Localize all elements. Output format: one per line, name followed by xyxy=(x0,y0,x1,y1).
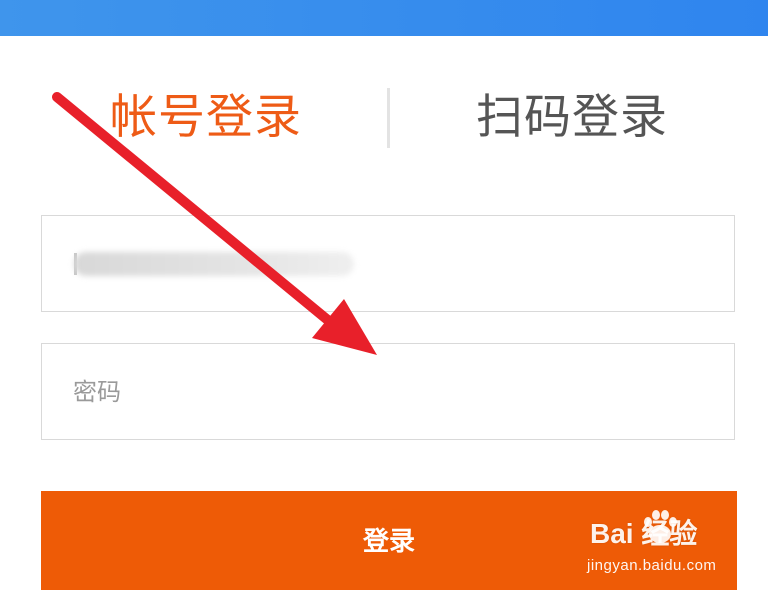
login-button[interactable]: 登录 xyxy=(41,491,737,590)
tab-qr-login[interactable]: 扫码登录 xyxy=(476,80,668,156)
redacted-username-value xyxy=(74,252,354,276)
login-tabs: 帐号登录 扫码登录 xyxy=(0,80,768,156)
tab-divider xyxy=(387,88,390,148)
password-field[interactable] xyxy=(41,343,735,440)
tab-account-login[interactable]: 帐号登录 xyxy=(110,80,302,156)
password-input[interactable] xyxy=(42,344,734,439)
username-field[interactable] xyxy=(41,215,735,312)
top-header-bar xyxy=(0,0,768,36)
